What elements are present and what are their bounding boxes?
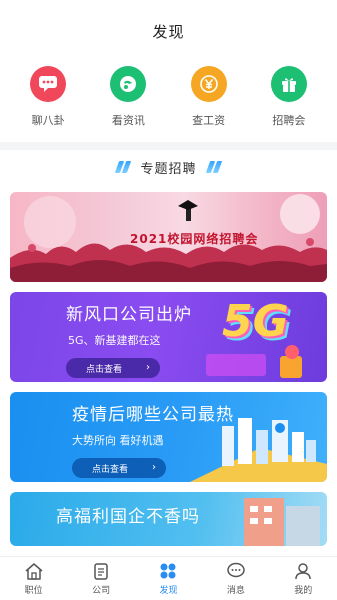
tab-label: 我的 [294,585,313,596]
view-button[interactable]: 点击查看 › [66,358,160,378]
section-divider [0,142,337,150]
message-icon [227,562,245,577]
banner-subtitle: 5G、新基建都在这 [68,334,161,347]
news-icon [110,66,147,102]
quick-link-gossip[interactable]: 聊八卦 [13,66,83,136]
banner-heading: 疫情后哪些公司最热 [72,405,234,425]
5g-badge: 5G [222,296,289,347]
profile-icon [295,562,311,579]
banner-heading: 新风口公司出炉 [66,305,192,325]
chevron-right-icon: › [146,362,150,373]
banner-heading: 2021校园网络招聘会 [130,232,259,246]
quick-link-job-fair[interactable]: 招聘会 [254,66,324,136]
discover-dots-icon [160,563,176,578]
quick-link-label: 查工资 [192,114,226,127]
tab-label: 公司 [92,585,111,596]
quick-link-label: 聊八卦 [31,114,65,127]
banner-subtitle: 大势所向 看好机遇 [72,434,164,447]
chevron-right-icon: › [152,462,156,473]
chat-bubble-icon [30,66,67,102]
quick-link-salary[interactable]: 查工资 [174,66,244,136]
section-header: 专题招聘 [0,150,337,184]
banner-heading: 高福利国企不香吗 [56,507,200,527]
quick-link-news[interactable]: 看资讯 [93,66,163,136]
page-header: 发现 [0,0,337,62]
title-decoration [122,161,132,173]
home-icon [25,562,43,580]
view-button[interactable]: 点击查看 › [72,458,166,478]
tab-messages[interactable]: 消息 [206,562,266,596]
quick-link-label: 看资讯 [111,114,145,127]
quick-links: 聊八卦 看资讯 查工资 招聘会 [0,66,337,136]
tab-company[interactable]: 公司 [71,562,131,596]
tab-label: 消息 [226,585,245,596]
tab-discover[interactable]: 发现 [138,562,198,596]
banner-state-enterprise[interactable]: 高福利国企不香吗 [10,492,327,546]
bottom-tab-bar: 职位 公司 发现 消息 我的 [0,556,337,600]
gift-box-icon [270,66,307,102]
page-title: 发现 [152,22,185,41]
banner-post-epidemic[interactable]: 疫情后哪些公司最热 大势所向 看好机遇 点击查看 › [10,392,327,482]
view-button-label: 点击查看 [92,464,129,475]
tab-profile[interactable]: 我的 [273,562,333,596]
tab-label: 发现 [159,585,178,596]
view-button-label: 点击查看 [86,364,123,375]
quick-link-label: 招聘会 [272,114,306,127]
tab-jobs[interactable]: 职位 [4,562,64,596]
yen-coin-icon [190,66,227,102]
clipboard-icon [94,562,108,580]
banner-5g[interactable]: 新风口公司出炉 5G、新基建都在这 5G 点击查看 › [10,292,327,382]
section-title: 专题招聘 [140,161,197,177]
tab-label: 职位 [24,585,43,596]
banner-campus-recruitment[interactable]: 2021校园网络招聘会 [10,192,327,282]
